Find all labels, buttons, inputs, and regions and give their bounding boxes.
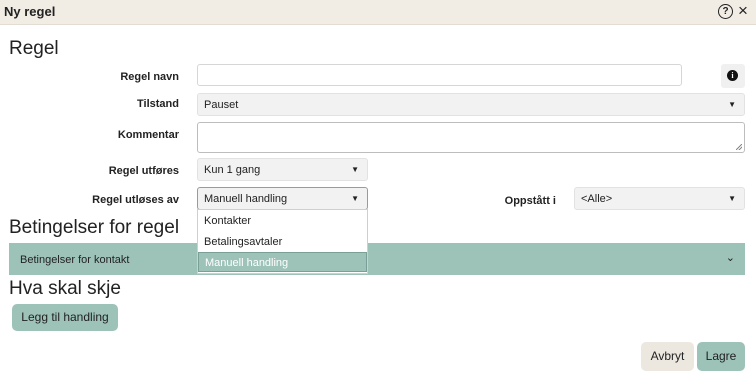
occurred-label: Oppstått i <box>504 195 556 207</box>
chevron-down-icon: ⌄ <box>725 252 735 264</box>
accordion-contact-conditions[interactable]: Betingelser for kontakt ⌄ <box>9 243 745 275</box>
dialog-title: Ny regel <box>4 4 56 19</box>
comment-label: Kommentar <box>117 129 179 141</box>
executes-value: Kun 1 gang <box>204 164 261 176</box>
option-label: Kontakter <box>204 215 252 227</box>
state-value: Pauset <box>204 99 239 111</box>
state-select[interactable]: Pauset ▼ <box>197 93 745 116</box>
section-heading-regel: Regel <box>9 38 59 59</box>
occurred-value: <Alle> <box>581 193 613 205</box>
help-icon[interactable]: ? <box>718 4 733 19</box>
section-heading-actions: Hva skal skje <box>9 278 121 299</box>
rule-name-label: Regel navn <box>120 71 179 83</box>
section-heading-conditions: Betingelser for regel <box>9 217 180 238</box>
trigger-value: Manuell handling <box>204 193 288 205</box>
option-label: Manuell handling <box>205 257 289 269</box>
caret-down-icon: ▼ <box>351 165 359 174</box>
close-icon[interactable]: × <box>738 1 748 21</box>
info-icon: i <box>727 70 738 81</box>
add-action-button[interactable]: Legg til handling <box>12 304 118 331</box>
trigger-option-kontakter[interactable]: Kontakter <box>198 211 367 231</box>
executes-select[interactable]: Kun 1 gang ▼ <box>197 158 368 181</box>
state-label: Tilstand <box>137 98 179 110</box>
trigger-label: Regel utløses av <box>92 194 179 206</box>
info-button[interactable]: i <box>721 64 745 88</box>
option-label: Betalingsavtaler <box>204 236 283 248</box>
trigger-dropdown-list: Kontakter Betalingsavtaler Manuell handl… <box>197 209 368 274</box>
dialog-titlebar: Ny regel ? × <box>0 0 756 25</box>
trigger-option-betalingsavtaler[interactable]: Betalingsavtaler <box>198 232 367 252</box>
save-button[interactable]: Lagre <box>697 342 745 371</box>
resize-grip-icon[interactable] <box>736 144 742 150</box>
cancel-button[interactable]: Avbryt <box>641 342 694 371</box>
trigger-select[interactable]: Manuell handling ▼ <box>197 187 368 210</box>
occurred-select[interactable]: <Alle> ▼ <box>574 187 745 210</box>
caret-down-icon: ▼ <box>728 194 736 203</box>
comment-textarea[interactable] <box>197 122 745 153</box>
accordion-label: Betingelser for kontakt <box>20 254 130 266</box>
trigger-option-manuell-handling[interactable]: Manuell handling <box>198 252 367 272</box>
rule-name-input[interactable] <box>197 64 682 86</box>
executes-label: Regel utføres <box>108 165 179 177</box>
caret-down-icon: ▼ <box>351 194 359 203</box>
caret-down-icon: ▼ <box>728 100 736 109</box>
